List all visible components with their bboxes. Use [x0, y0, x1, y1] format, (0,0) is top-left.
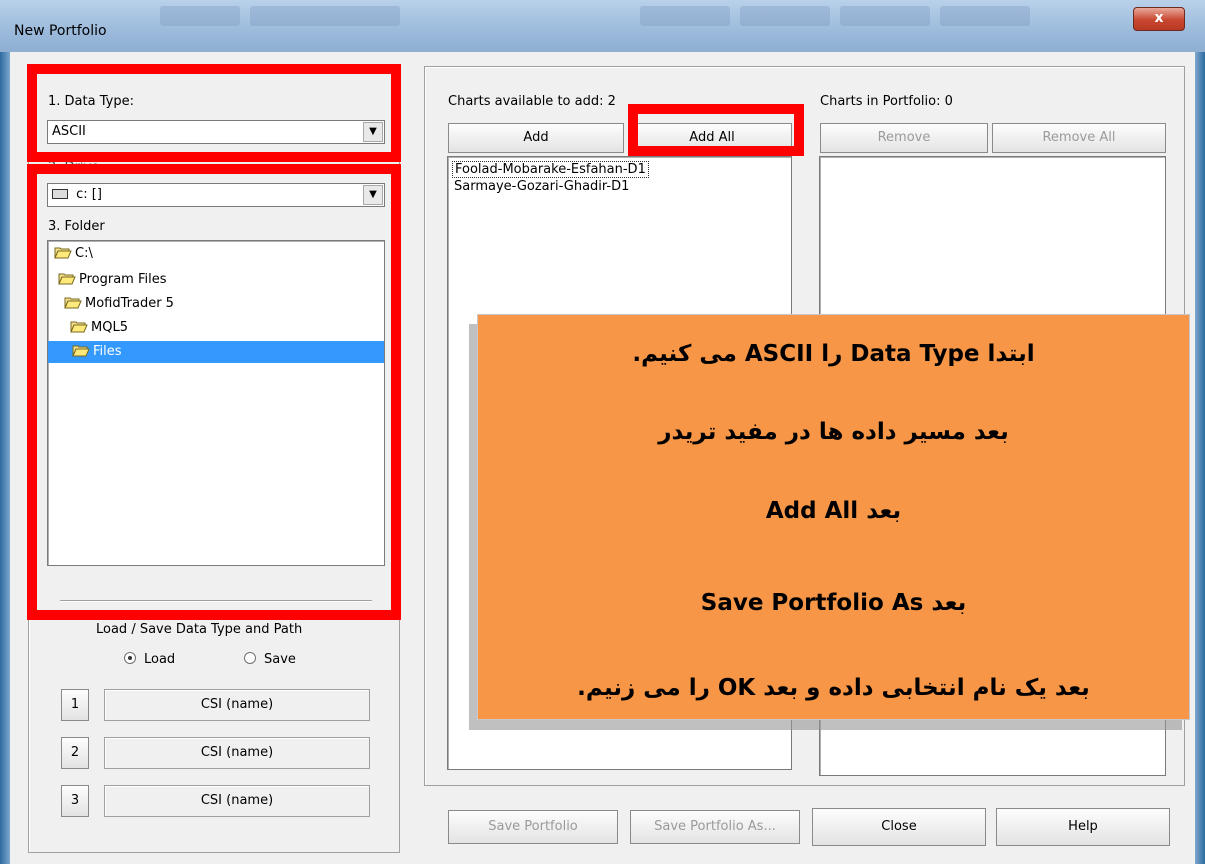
list-item[interactable]: Sarmaye-Gozari-Ghadir-D1 [454, 179, 629, 194]
window-title: New Portfolio [14, 23, 107, 39]
radio-icon [244, 652, 256, 664]
instruction-line-2: بعد مسیر داده ها در مفید تریدر [658, 419, 1009, 445]
save-portfolio-as-button[interactable]: Save Portfolio As... [630, 810, 800, 844]
highlight-data-type [27, 64, 401, 162]
remove-all-button[interactable]: Remove All [992, 123, 1166, 153]
load-save-label: Load / Save Data Type and Path [96, 622, 303, 637]
instruction-line-4: بعد Save Portfolio As [700, 590, 967, 616]
save-radio-label: Save [264, 652, 296, 667]
highlight-folder [27, 164, 401, 620]
load-radio[interactable]: Load [124, 652, 175, 667]
close-button[interactable]: Close [812, 808, 986, 846]
radio-selected-icon [124, 652, 136, 664]
instruction-line-1: ابتدا Data Type را ASCII می کنیم. [632, 341, 1035, 367]
window-titlebar: New Portfolio x [0, 0, 1205, 52]
window-border-left [0, 52, 10, 864]
background-tab [640, 6, 730, 26]
background-tab [840, 6, 930, 26]
instruction-panel: ابتدا Data Type را ASCII می کنیم. بعد مس… [477, 314, 1190, 720]
instruction-line-5: بعد یک نام انتخابی داده و بعد OK را می ز… [577, 675, 1090, 701]
close-icon: x [1154, 10, 1164, 26]
slot-3-name: CSI (name) [104, 785, 370, 817]
portfolio-label: Charts in Portfolio: 0 [820, 94, 953, 109]
add-button[interactable]: Add [448, 123, 624, 153]
list-item[interactable]: Foolad-Mobarake-Esfahan-D1 [452, 161, 649, 178]
highlight-add-all [628, 104, 804, 156]
slot-1-button[interactable]: 1 [61, 689, 89, 721]
remove-button[interactable]: Remove [820, 123, 988, 153]
background-toolbar [250, 6, 400, 26]
window-border-right [1195, 52, 1205, 864]
background-tab [160, 6, 240, 26]
save-portfolio-button[interactable]: Save Portfolio [448, 810, 618, 844]
help-button[interactable]: Help [996, 808, 1170, 846]
slot-2-button[interactable]: 2 [61, 737, 89, 769]
slot-1-name: CSI (name) [104, 689, 370, 721]
slot-3-button[interactable]: 3 [61, 785, 89, 817]
background-tab [940, 6, 1030, 26]
instruction-line-3: بعد Add All [765, 498, 902, 524]
slot-2-name: CSI (name) [104, 737, 370, 769]
load-radio-label: Load [144, 652, 176, 667]
close-window-button[interactable]: x [1133, 7, 1185, 31]
available-label: Charts available to add: 2 [448, 94, 616, 109]
background-tab [740, 6, 830, 26]
save-radio[interactable]: Save [244, 652, 296, 667]
